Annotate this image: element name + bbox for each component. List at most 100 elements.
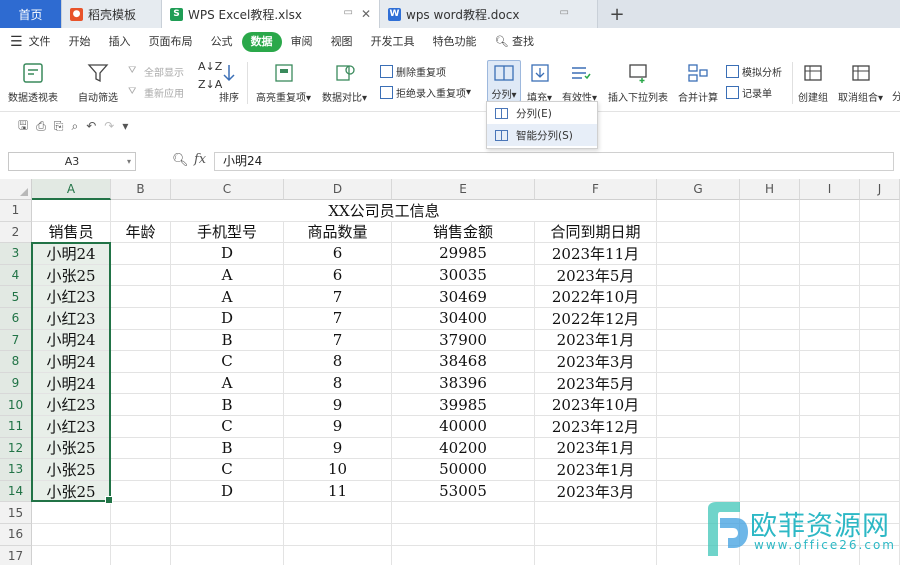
highlight-duplicates-button[interactable]: 高亮重复项▾	[256, 62, 311, 104]
cell[interactable]	[111, 502, 171, 524]
cell[interactable]	[740, 329, 800, 352]
cell[interactable]	[111, 394, 171, 416]
print-icon[interactable]: ⎘	[54, 119, 64, 134]
cell[interactable]: 2023年5月	[535, 372, 657, 395]
tab-excel-file[interactable]: S WPS Excel教程.xlsx ▭ ✕	[162, 0, 380, 28]
cell[interactable]: C	[171, 351, 284, 373]
cell[interactable]	[657, 394, 740, 416]
cell[interactable]: 6	[284, 264, 392, 287]
cell[interactable]: 39985	[392, 394, 535, 416]
menu-file[interactable]: 文件	[27, 32, 60, 52]
row-header-1[interactable]: 1	[0, 200, 32, 222]
cell[interactable]: 29985	[392, 243, 535, 265]
menu-home[interactable]: 开始	[60, 32, 100, 52]
cell[interactable]	[111, 545, 171, 565]
preview-icon[interactable]: ⌕	[71, 119, 78, 134]
cell[interactable]	[860, 286, 900, 308]
pivot-table-button[interactable]: 数据透视表	[8, 62, 58, 104]
cell[interactable]: 小张25	[32, 264, 111, 287]
cell[interactable]: 小明24	[32, 329, 111, 352]
cell[interactable]: 2023年3月	[535, 351, 657, 373]
menu-search[interactable]: 🔍︎ 查找	[486, 32, 543, 52]
cell[interactable]	[860, 437, 900, 460]
cell[interactable]	[800, 308, 860, 330]
cell[interactable]	[657, 200, 740, 222]
new-tab-button[interactable]: +	[598, 0, 636, 28]
cell[interactable]: 9	[284, 437, 392, 460]
cell[interactable]	[740, 416, 800, 438]
hamburger-icon[interactable]: ☰	[10, 34, 23, 50]
cell[interactable]: 2023年12月	[535, 416, 657, 438]
cell[interactable]	[111, 264, 171, 287]
cell[interactable]: C	[171, 459, 284, 481]
cell[interactable]: 小张25	[32, 480, 111, 503]
cell[interactable]	[111, 308, 171, 330]
cell[interactable]: 8	[284, 351, 392, 373]
cell[interactable]: 2023年3月	[535, 480, 657, 503]
cell[interactable]: C	[171, 416, 284, 438]
window-icon[interactable]: ▭	[560, 7, 569, 18]
ribbon-more[interactable]: 分	[892, 88, 900, 103]
cell[interactable]	[800, 351, 860, 373]
record-form-button[interactable]: 记录单	[726, 85, 772, 100]
cell[interactable]: 2023年1月	[535, 459, 657, 481]
menu-page-layout[interactable]: 页面布局	[140, 32, 202, 52]
cell[interactable]	[860, 351, 900, 373]
column-header-j[interactable]: J	[860, 179, 900, 200]
cell[interactable]	[535, 524, 657, 546]
cell[interactable]: 38468	[392, 351, 535, 373]
cell[interactable]: 6	[284, 243, 392, 265]
cell[interactable]: 40200	[392, 437, 535, 460]
sort-button[interactable]: 排序	[218, 62, 240, 104]
cell[interactable]	[284, 524, 392, 546]
cell[interactable]: 商品数量	[284, 221, 392, 244]
cell[interactable]	[860, 394, 900, 416]
select-all-corner[interactable]	[0, 179, 32, 200]
cell[interactable]	[740, 243, 800, 265]
cell[interactable]	[860, 221, 900, 244]
print-preview-icon[interactable]: ⎙	[36, 119, 46, 134]
cell[interactable]	[740, 437, 800, 460]
cell[interactable]: 7	[284, 308, 392, 330]
cell[interactable]	[860, 329, 900, 352]
tab-word-file[interactable]: W wps word教程.docx ▭	[380, 0, 598, 28]
cell[interactable]	[392, 545, 535, 565]
cell[interactable]	[32, 502, 111, 524]
fill-button[interactable]: 填充▾	[527, 62, 552, 104]
cell[interactable]	[32, 524, 111, 546]
cell[interactable]	[800, 459, 860, 481]
cell[interactable]	[740, 351, 800, 373]
row-header-11[interactable]: 11	[0, 416, 32, 438]
ungroup-button[interactable]: 取消组合▾	[838, 62, 883, 104]
cell[interactable]: 8	[284, 372, 392, 395]
cell[interactable]	[860, 416, 900, 438]
what-if-analysis-button[interactable]: 模拟分析	[726, 64, 782, 79]
consolidate-button[interactable]: 合并计算	[678, 62, 718, 104]
cell[interactable]: B	[171, 394, 284, 416]
cell[interactable]	[392, 502, 535, 524]
cell[interactable]	[657, 437, 740, 460]
cell[interactable]: A	[171, 372, 284, 395]
cell[interactable]	[800, 243, 860, 265]
cell[interactable]	[740, 264, 800, 287]
cell[interactable]: 38396	[392, 372, 535, 395]
cell[interactable]	[111, 243, 171, 265]
show-all-button[interactable]: ⛛ 全部显示	[128, 64, 184, 79]
cell[interactable]	[657, 308, 740, 330]
cell[interactable]	[657, 264, 740, 287]
cell[interactable]: 30035	[392, 264, 535, 287]
menu-insert[interactable]: 插入	[100, 32, 140, 52]
menu-review[interactable]: 审阅	[282, 32, 322, 52]
redo-icon[interactable]: ↷	[104, 119, 114, 133]
row-header-15[interactable]: 15	[0, 502, 32, 524]
cell[interactable]	[860, 372, 900, 395]
cell[interactable]	[800, 416, 860, 438]
cell[interactable]: 7	[284, 329, 392, 352]
cell[interactable]: 37900	[392, 329, 535, 352]
cell[interactable]	[284, 545, 392, 565]
cell[interactable]	[740, 394, 800, 416]
cell[interactable]	[800, 286, 860, 308]
cell[interactable]	[800, 264, 860, 287]
cell[interactable]: 合同到期日期	[535, 221, 657, 244]
cell[interactable]: 2022年12月	[535, 308, 657, 330]
